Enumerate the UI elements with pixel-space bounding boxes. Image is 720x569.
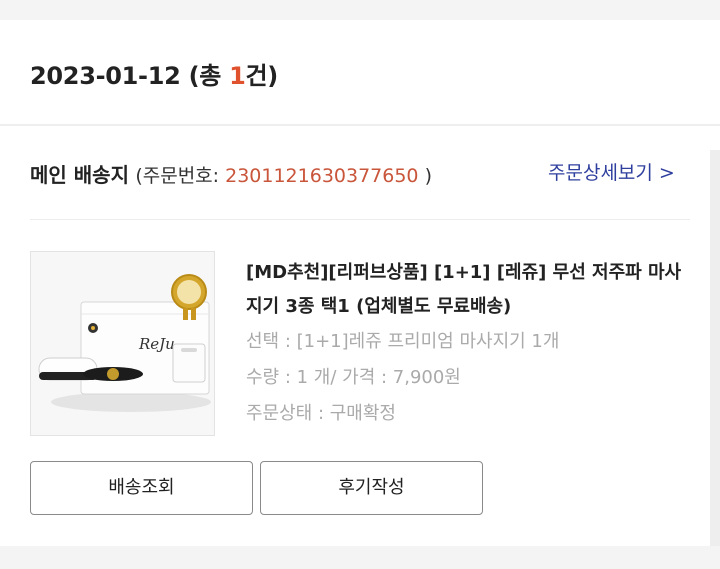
product-qty-price: 수량 : 1 개/ 가격 : 7,900원 bbox=[246, 367, 461, 388]
order-count-suffix: 건) bbox=[245, 62, 279, 90]
product-photo: ReJu bbox=[31, 252, 214, 435]
order-number: 2301121630377650 bbox=[225, 165, 419, 187]
order-number-prefix: (주문번호: bbox=[135, 165, 226, 187]
product-option: 선택 : [1+1]레쥬 프리미엄 마사지기 1개 bbox=[246, 331, 560, 352]
shipping-title: 메인 배송지 bbox=[30, 163, 129, 187]
order-date: 2023-01-12 bbox=[30, 62, 181, 90]
product-name[interactable]: [MD추천][리퍼브상품] [1+1] [레쥬] 무선 저주파 마사지기 3종 … bbox=[246, 256, 686, 324]
divider bbox=[0, 124, 720, 126]
shipping-header: 메인 배송지 (주문번호: 2301121630377650 ) bbox=[30, 159, 432, 188]
divider bbox=[30, 219, 690, 220]
track-delivery-button[interactable]: 배송조회 bbox=[30, 461, 253, 515]
order-count-prefix: (총 bbox=[188, 62, 230, 90]
order-number-suffix: ) bbox=[418, 165, 432, 187]
write-review-button[interactable]: 후기작성 bbox=[260, 461, 483, 515]
order-card: 2023-01-12 (총 1건) 메인 배송지 (주문번호: 23011216… bbox=[0, 20, 720, 546]
brand-logo: ReJu bbox=[138, 335, 175, 353]
top-spacer bbox=[0, 0, 720, 20]
order-date-header: 2023-01-12 (총 1건) bbox=[30, 56, 278, 91]
order-status: 주문상태 : 구매확정 bbox=[246, 403, 396, 424]
product-image[interactable]: ReJu bbox=[30, 251, 215, 436]
order-count: 1 bbox=[229, 62, 246, 90]
order-detail-link[interactable]: 주문상세보기 > bbox=[548, 158, 675, 185]
scrollbar[interactable] bbox=[710, 150, 720, 546]
